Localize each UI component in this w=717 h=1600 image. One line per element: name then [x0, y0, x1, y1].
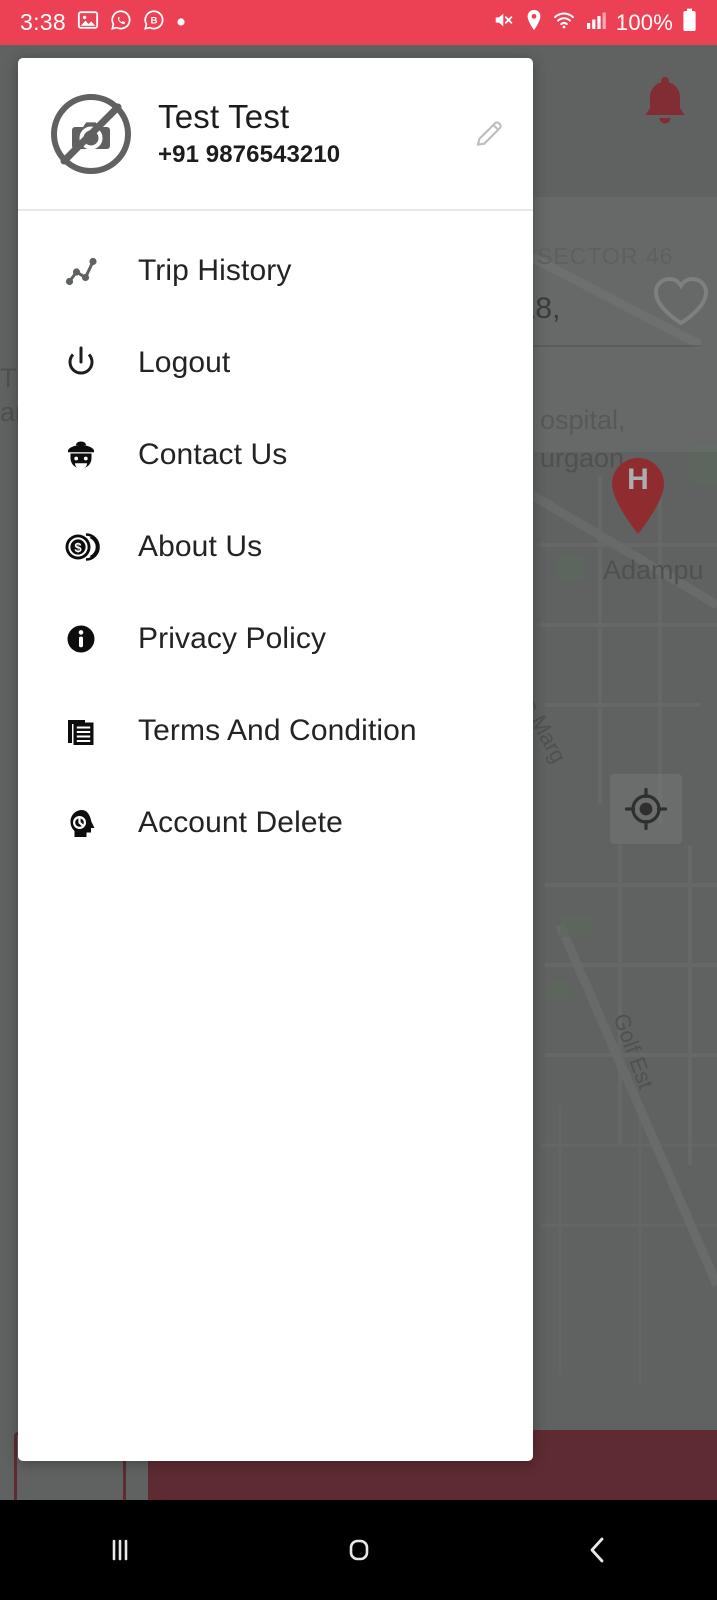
- menu-label: About Us: [138, 530, 263, 563]
- profile-header[interactable]: Test Test +91 9876543210: [18, 58, 533, 209]
- back-button[interactable]: [478, 1500, 717, 1600]
- profile-name: Test Test: [158, 97, 290, 135]
- android-navigation-bar: [0, 1500, 717, 1600]
- info-circle-icon: [62, 620, 100, 658]
- svg-text:B: B: [150, 16, 157, 27]
- dot-indicator-icon: [176, 14, 186, 32]
- pencil-icon[interactable]: [467, 112, 511, 156]
- drawer-menu: Trip History Logout Contact Us $ About U…: [18, 211, 533, 869]
- profile-text-block: Test Test +91 9876543210: [158, 98, 340, 170]
- back-icon: [590, 1537, 603, 1563]
- menu-item-account-delete[interactable]: Account Delete: [18, 777, 533, 869]
- menu-item-logout[interactable]: Logout: [18, 317, 533, 409]
- status-bar: 3:38 B 100%: [0, 0, 717, 45]
- menu-label: Logout: [138, 346, 231, 379]
- menu-item-trip-history[interactable]: Trip History: [18, 225, 533, 317]
- menu-label: Account Delete: [138, 806, 343, 839]
- menu-label: Contact Us: [138, 438, 288, 471]
- navigation-drawer: Test Test +91 9876543210 Trip History Lo…: [18, 58, 533, 1461]
- battery-icon: [682, 8, 697, 37]
- phone-screen: 3:38 B 100% SECTOR 46 ospital, urgaon Ad…: [0, 0, 717, 1600]
- no-camera-placeholder-icon: [50, 93, 132, 175]
- profile-phone: +91 9876543210: [158, 141, 341, 169]
- whatsapp-icon: [110, 9, 132, 36]
- status-bar-left: 3:38 B: [20, 9, 186, 36]
- signal-icon: [585, 9, 607, 36]
- mute-icon: [492, 9, 516, 36]
- photos-icon: [77, 9, 99, 36]
- menu-label: Privacy Policy: [138, 622, 327, 655]
- menu-label: Terms And Condition: [138, 714, 417, 747]
- menu-item-contact-us[interactable]: Contact Us: [18, 409, 533, 501]
- account-head-gear-icon: [62, 804, 100, 842]
- status-bar-right: 100%: [492, 8, 697, 37]
- support-officer-icon: [62, 436, 100, 474]
- battery-percent-label: 100%: [615, 9, 673, 35]
- bitcoin-message-icon: B: [143, 9, 165, 36]
- menu-item-about-us[interactable]: $ About Us: [18, 501, 533, 593]
- wifi-icon: [552, 9, 576, 36]
- home-icon: [349, 1539, 368, 1561]
- documents-stack-icon: [62, 712, 100, 750]
- route-path-icon: [62, 252, 100, 290]
- status-bar-clock: 3:38: [20, 9, 66, 35]
- menu-item-privacy-policy[interactable]: Privacy Policy: [18, 593, 533, 685]
- location-icon: [525, 9, 543, 36]
- svg-text:$: $: [74, 540, 82, 555]
- home-button[interactable]: [239, 1500, 478, 1600]
- menu-item-terms-and-condition[interactable]: Terms And Condition: [18, 685, 533, 777]
- power-icon: [62, 344, 100, 382]
- dollar-coins-icon: $: [62, 528, 100, 566]
- recents-button[interactable]: [0, 1500, 239, 1600]
- menu-label: Trip History: [138, 254, 292, 287]
- recents-icon: [112, 1539, 127, 1561]
